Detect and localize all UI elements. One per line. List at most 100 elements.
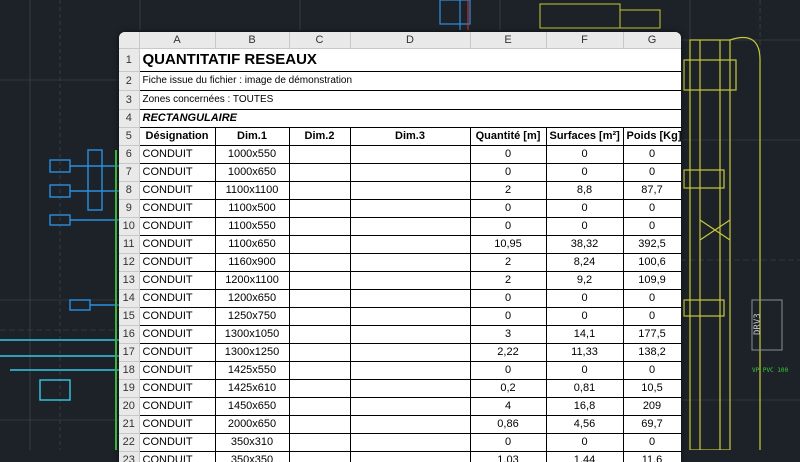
- dim3-cell[interactable]: [350, 272, 470, 290]
- row-header[interactable]: 11: [119, 236, 139, 254]
- quantite-cell[interactable]: 0: [470, 290, 546, 308]
- dim1-cell[interactable]: 1100x500: [215, 200, 289, 218]
- quantite-cell[interactable]: 0: [470, 434, 546, 452]
- dim3-cell[interactable]: [350, 146, 470, 164]
- surfaces-cell[interactable]: 4,56: [546, 416, 623, 434]
- dim1-cell[interactable]: 350x310: [215, 434, 289, 452]
- designation-cell[interactable]: CONDUIT: [139, 164, 215, 182]
- surfaces-cell[interactable]: 0: [546, 434, 623, 452]
- designation-cell[interactable]: CONDUIT: [139, 308, 215, 326]
- dim3-cell[interactable]: [350, 290, 470, 308]
- quantite-cell[interactable]: 10,95: [470, 236, 546, 254]
- quantite-cell[interactable]: 0: [470, 200, 546, 218]
- header-designation[interactable]: Désignation: [139, 128, 215, 146]
- dim2-cell[interactable]: [289, 362, 350, 380]
- row-header[interactable]: 14: [119, 290, 139, 308]
- dim2-cell[interactable]: [289, 236, 350, 254]
- dim1-cell[interactable]: 1000x650: [215, 164, 289, 182]
- select-all-corner[interactable]: [119, 32, 139, 49]
- row-header[interactable]: 7: [119, 164, 139, 182]
- quantite-cell[interactable]: 0: [470, 164, 546, 182]
- surfaces-cell[interactable]: 0,81: [546, 380, 623, 398]
- designation-cell[interactable]: CONDUIT: [139, 326, 215, 344]
- dim1-cell[interactable]: 1100x550: [215, 218, 289, 236]
- surfaces-cell[interactable]: 14,1: [546, 326, 623, 344]
- designation-cell[interactable]: CONDUIT: [139, 380, 215, 398]
- poids-cell[interactable]: 392,5: [623, 236, 681, 254]
- dim2-cell[interactable]: [289, 434, 350, 452]
- header-quantite[interactable]: Quantité [m]: [470, 128, 546, 146]
- dim1-cell[interactable]: 1100x1100: [215, 182, 289, 200]
- quantite-cell[interactable]: 1,03: [470, 452, 546, 462]
- dim2-cell[interactable]: [289, 218, 350, 236]
- quantite-cell[interactable]: 0,2: [470, 380, 546, 398]
- row-header[interactable]: 16: [119, 326, 139, 344]
- poids-cell[interactable]: 0: [623, 434, 681, 452]
- row-header[interactable]: 5: [119, 128, 139, 146]
- dim1-cell[interactable]: 1300x1250: [215, 344, 289, 362]
- column-header-c[interactable]: C: [289, 32, 350, 49]
- dim1-cell[interactable]: 1100x650: [215, 236, 289, 254]
- quantite-cell[interactable]: 2,22: [470, 344, 546, 362]
- dim2-cell[interactable]: [289, 200, 350, 218]
- designation-cell[interactable]: CONDUIT: [139, 344, 215, 362]
- quantite-cell[interactable]: 0: [470, 218, 546, 236]
- dim1-cell[interactable]: 1160x900: [215, 254, 289, 272]
- dim2-cell[interactable]: [289, 290, 350, 308]
- poids-cell[interactable]: 0: [623, 164, 681, 182]
- column-header-d[interactable]: D: [350, 32, 470, 49]
- surfaces-cell[interactable]: 0: [546, 200, 623, 218]
- surfaces-cell[interactable]: 1,44: [546, 452, 623, 462]
- row-header[interactable]: 9: [119, 200, 139, 218]
- designation-cell[interactable]: CONDUIT: [139, 452, 215, 462]
- quantite-cell[interactable]: 2: [470, 272, 546, 290]
- designation-cell[interactable]: CONDUIT: [139, 362, 215, 380]
- dim2-cell[interactable]: [289, 380, 350, 398]
- poids-cell[interactable]: 0: [623, 218, 681, 236]
- header-surfaces[interactable]: Surfaces [m²]: [546, 128, 623, 146]
- source-file-cell[interactable]: Fiche issue du fichier : image de démons…: [139, 72, 681, 91]
- dim3-cell[interactable]: [350, 254, 470, 272]
- quantite-cell[interactable]: 0: [470, 308, 546, 326]
- row-header[interactable]: 17: [119, 344, 139, 362]
- surfaces-cell[interactable]: 0: [546, 290, 623, 308]
- surfaces-cell[interactable]: 0: [546, 218, 623, 236]
- quantite-cell[interactable]: 2: [470, 182, 546, 200]
- designation-cell[interactable]: CONDUIT: [139, 290, 215, 308]
- poids-cell[interactable]: 87,7: [623, 182, 681, 200]
- dim1-cell[interactable]: 350x350: [215, 452, 289, 462]
- dim1-cell[interactable]: 1300x1050: [215, 326, 289, 344]
- dim3-cell[interactable]: [350, 434, 470, 452]
- row-header[interactable]: 15: [119, 308, 139, 326]
- column-header-g[interactable]: G: [623, 32, 681, 49]
- row-header[interactable]: 22: [119, 434, 139, 452]
- column-header-b[interactable]: B: [215, 32, 289, 49]
- designation-cell[interactable]: CONDUIT: [139, 416, 215, 434]
- dim2-cell[interactable]: [289, 326, 350, 344]
- surfaces-cell[interactable]: 8,24: [546, 254, 623, 272]
- row-header[interactable]: 2: [119, 72, 139, 91]
- dim3-cell[interactable]: [350, 182, 470, 200]
- row-header[interactable]: 13: [119, 272, 139, 290]
- dim3-cell[interactable]: [350, 380, 470, 398]
- column-header-e[interactable]: E: [470, 32, 546, 49]
- dim1-cell[interactable]: 2000x650: [215, 416, 289, 434]
- spreadsheet-panel[interactable]: A B C D E F G 1 QUANTITATIF RESEAUX 2 Fi…: [119, 32, 681, 462]
- poids-cell[interactable]: 0: [623, 290, 681, 308]
- poids-cell[interactable]: 138,2: [623, 344, 681, 362]
- dim3-cell[interactable]: [350, 236, 470, 254]
- dim3-cell[interactable]: [350, 416, 470, 434]
- designation-cell[interactable]: CONDUIT: [139, 200, 215, 218]
- dim2-cell[interactable]: [289, 146, 350, 164]
- column-header-f[interactable]: F: [546, 32, 623, 49]
- row-header[interactable]: 10: [119, 218, 139, 236]
- poids-cell[interactable]: 209: [623, 398, 681, 416]
- row-header[interactable]: 1: [119, 49, 139, 72]
- surfaces-cell[interactable]: 11,33: [546, 344, 623, 362]
- dim3-cell[interactable]: [350, 308, 470, 326]
- dim3-cell[interactable]: [350, 344, 470, 362]
- dim2-cell[interactable]: [289, 416, 350, 434]
- surfaces-cell[interactable]: 8,8: [546, 182, 623, 200]
- dim3-cell[interactable]: [350, 200, 470, 218]
- dim1-cell[interactable]: 1000x550: [215, 146, 289, 164]
